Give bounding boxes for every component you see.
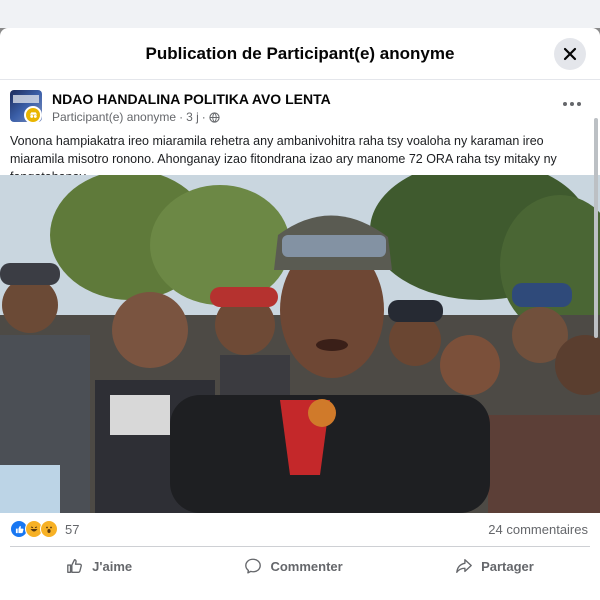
dialog-title: Publication de Participant(e) anonyme <box>145 43 455 63</box>
share-button[interactable]: Partager <box>439 551 550 581</box>
close-button[interactable] <box>554 38 586 70</box>
like-button[interactable]: J'aime <box>50 551 148 581</box>
more-dot-icon <box>577 102 581 106</box>
comment-label: Commenter <box>270 558 343 574</box>
more-options-button[interactable] <box>560 94 584 114</box>
wow-icon <box>40 520 58 538</box>
globe-icon <box>209 111 220 123</box>
scrollbar[interactable] <box>594 118 598 338</box>
share-label: Partager <box>481 558 534 574</box>
thumbs-up-icon <box>67 559 83 573</box>
more-dot-icon <box>570 102 574 106</box>
post-meta: Participant(e) anonyme · 3 j · <box>52 110 220 124</box>
like-label: J'aime <box>92 558 133 574</box>
more-dot-icon <box>563 102 567 106</box>
group-name[interactable]: NDAO HANDALINA POLITIKA AVO LENTA <box>52 91 331 107</box>
action-bar: J'aime Commenter Partager <box>10 546 590 585</box>
post-time[interactable]: 3 j <box>186 110 199 124</box>
comments-count[interactable]: 24 commentaires <box>488 522 588 537</box>
post-photo[interactable] <box>0 175 600 513</box>
author-name[interactable]: Participant(e) anonyme <box>52 110 176 124</box>
comment-button[interactable]: Commenter <box>228 551 358 581</box>
post-dialog: Publication de Participant(e) anonyme ND… <box>0 28 600 600</box>
anonymous-badge <box>24 106 42 124</box>
background-page <box>0 0 600 28</box>
post-header: NDAO HANDALINA POLITIKA AVO LENTA Partic… <box>10 90 590 126</box>
group-avatar[interactable] <box>10 90 42 124</box>
dialog-header: Publication de Participant(e) anonyme <box>0 28 600 80</box>
share-icon <box>456 559 472 573</box>
crowd-photo-illustration <box>0 175 600 513</box>
comment-icon <box>245 558 262 574</box>
close-icon <box>563 47 577 61</box>
reaction-count: 57 <box>65 521 80 537</box>
reactions-summary[interactable]: 57 <box>10 520 79 538</box>
anonymous-icon <box>29 111 37 118</box>
